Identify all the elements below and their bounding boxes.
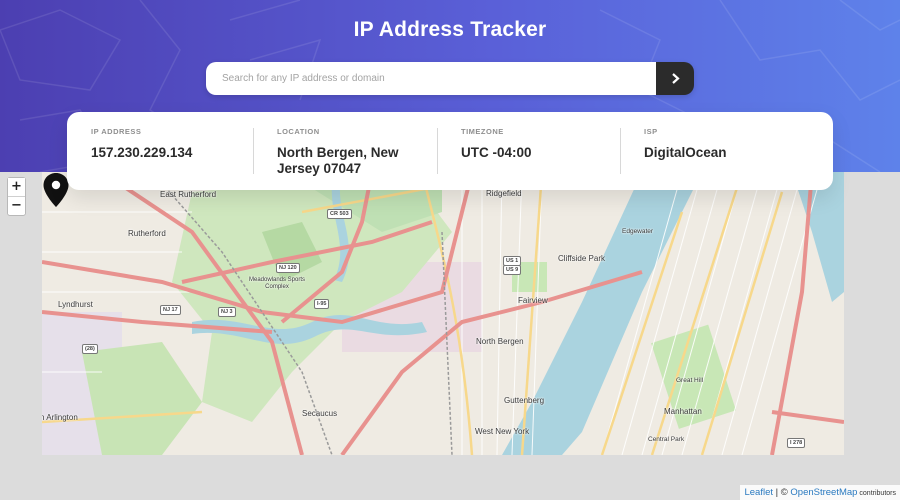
isp-stat: ISP DigitalOcean (620, 127, 810, 190)
route-shield: I-95 (314, 299, 330, 309)
location-label: LOCATION (277, 127, 320, 136)
map-zoom-control: + − (7, 177, 26, 216)
route-shield: CR 503 (327, 209, 352, 219)
route-shield: NJ 3 (218, 307, 236, 317)
location-pin-icon[interactable] (42, 172, 70, 208)
chevron-right-icon (671, 73, 680, 84)
place-label: Ridgefield (486, 189, 522, 198)
route-shield: I 278 (787, 438, 806, 448)
isp-value: DigitalOcean (644, 145, 727, 160)
route-shield: NJ 120 (276, 263, 300, 273)
route-shield: NJ 17 (160, 305, 181, 315)
leaflet-link[interactable]: Leaflet (744, 487, 773, 498)
search-form (206, 62, 694, 95)
place-label: Guttenberg (504, 396, 545, 405)
ip-address-value: 157.230.229.134 (91, 145, 193, 160)
place-label: Meadowlands Sports Complex (248, 277, 306, 290)
place-label: Secaucus (302, 409, 338, 418)
place-label: West New York (475, 427, 530, 436)
place-label: Cliffside Park (558, 254, 605, 263)
ip-address-label: IP ADDRESS (91, 127, 142, 136)
zoom-out-button[interactable]: − (8, 196, 25, 214)
route-shield: (28) (82, 344, 98, 354)
zoom-in-button[interactable]: + (8, 178, 25, 196)
place-label: n Arlington (42, 413, 78, 422)
place-label: Edgewater (622, 228, 654, 235)
timezone-label: TIMEZONE (461, 127, 504, 136)
place-label: Great Hill (676, 377, 704, 384)
page-title: IP Address Tracker (353, 18, 547, 41)
isp-label: ISP (644, 127, 658, 136)
openstreetmap-link[interactable]: OpenStreetMap (790, 487, 857, 498)
attribution-separator: | © (773, 487, 791, 498)
place-label: Central Park (648, 436, 685, 443)
search-input[interactable] (206, 62, 656, 95)
location-stat: LOCATION North Bergen, New Jersey 07047 (253, 127, 437, 190)
map-attribution: Leaflet | © OpenStreetMap contributors (740, 485, 900, 500)
timezone-stat: TIMEZONE UTC -04:00 (437, 127, 620, 190)
place-label: Rutherford (128, 229, 166, 238)
search-submit-button[interactable] (656, 62, 694, 95)
place-label: Fairview (518, 296, 548, 305)
route-shield: US 9 (503, 265, 522, 275)
place-label: North Bergen (476, 337, 524, 346)
timezone-value: UTC -04:00 (461, 145, 532, 160)
map-view[interactable]: East Rutherford Ridgefield Rutherford Ed… (42, 172, 844, 455)
ip-address-stat: IP ADDRESS 157.230.229.134 (67, 127, 253, 190)
attribution-contributors: contributors (857, 490, 896, 497)
location-value: North Bergen, New Jersey 07047 (277, 145, 399, 176)
ip-info-card: IP ADDRESS 157.230.229.134 LOCATION Nort… (67, 112, 833, 190)
place-label: East Rutherford (160, 190, 217, 199)
place-label: Manhattan (664, 407, 702, 416)
place-label: Lyndhurst (58, 300, 93, 309)
